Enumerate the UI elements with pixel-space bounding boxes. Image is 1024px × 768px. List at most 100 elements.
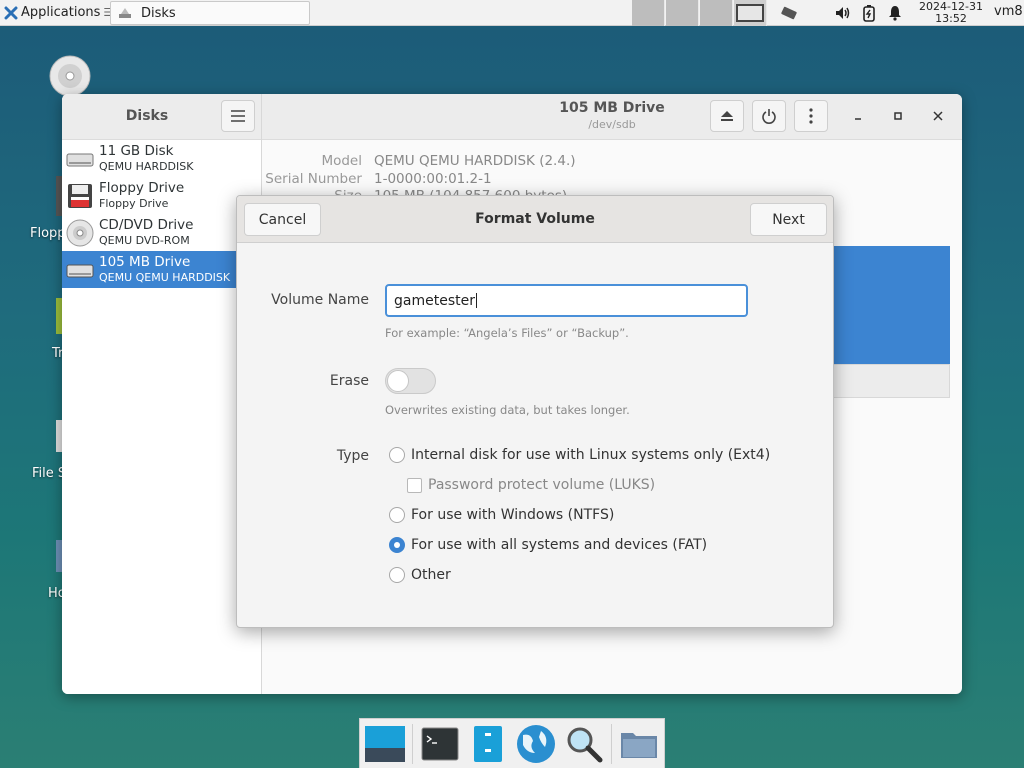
main-header: 105 MB Drive /dev/sdb	[262, 94, 962, 140]
user-menu[interactable]: vm8	[994, 4, 1023, 19]
luks-checkbox[interactable]	[407, 477, 422, 493]
format-volume-dialog: Format Volume Cancel Next Volume Name ga…	[236, 195, 834, 628]
minimize-icon	[855, 118, 861, 120]
drive-device-path: /dev/sdb	[588, 118, 636, 131]
close-icon	[933, 111, 943, 121]
dock-terminal[interactable]	[417, 721, 463, 767]
app-finder-icon	[567, 727, 603, 762]
radio-ntfs[interactable]	[389, 507, 405, 523]
dialog-title: Format Volume	[475, 211, 595, 227]
text-caret	[475, 293, 477, 308]
radio-fat[interactable]	[389, 537, 405, 553]
workspace-2[interactable]	[666, 0, 699, 26]
drive-name: CD/DVD Drive	[99, 216, 194, 233]
xfce-logo-icon	[4, 6, 18, 19]
power-off-button[interactable]	[752, 100, 786, 132]
battery-icon[interactable]	[860, 4, 878, 22]
taskbar-button-disks[interactable]: Disks	[110, 1, 310, 25]
disks-app-icon	[119, 8, 131, 18]
hdd-icon	[66, 153, 94, 166]
type-option-label: For use with all systems and devices (FA…	[411, 537, 708, 553]
dock-file-manager[interactable]	[465, 721, 511, 767]
luks-option-label: Password protect volume (LUKS)	[428, 477, 656, 493]
type-option-ntfs[interactable]: For use with Windows (NTFS)	[389, 507, 614, 523]
type-option-label: For use with Windows (NTFS)	[411, 507, 615, 523]
type-option-label: Internal disk for use with Linux systems…	[411, 447, 771, 463]
drive-item-105mb[interactable]: 105 MB Drive QEMU QEMU HARDDISK	[62, 251, 261, 288]
volume-name-hint: For example: “Angela’s Files” or “Backup…	[385, 326, 629, 340]
radio-other[interactable]	[389, 567, 405, 583]
drive-sub: Floppy Drive	[99, 196, 169, 210]
cd-icon	[49, 55, 91, 97]
applications-menu[interactable]: Applications ☰	[0, 0, 117, 26]
type-label: Type	[336, 448, 369, 464]
close-button[interactable]	[930, 108, 946, 124]
drive-name: 105 MB Drive	[99, 253, 191, 270]
type-option-ext4[interactable]: Internal disk for use with Linux systems…	[389, 447, 770, 463]
maximize-button[interactable]	[890, 108, 906, 124]
clock-time: 13:52	[935, 12, 967, 25]
hdd-icon	[66, 264, 94, 277]
eject-button[interactable]	[710, 100, 744, 132]
app-menu-button[interactable]	[221, 100, 255, 132]
erase-toggle[interactable]	[385, 368, 436, 394]
dock	[359, 718, 665, 768]
info-model-value: QEMU QEMU HARDDISK (2.4.)	[374, 153, 576, 169]
next-button[interactable]: Next	[750, 203, 827, 236]
applications-label: Applications	[21, 5, 101, 20]
drive-title: 105 MB Drive	[559, 100, 665, 116]
kebab-menu-icon	[809, 108, 813, 124]
drive-sub: QEMU DVD-ROM	[99, 233, 190, 247]
luks-option[interactable]: Password protect volume (LUKS)	[407, 477, 655, 493]
floppy-icon	[68, 183, 92, 208]
show-desktop-icon	[365, 725, 405, 762]
drive-options-button[interactable]	[794, 100, 828, 132]
network-icon[interactable]	[780, 4, 798, 22]
volume-icon[interactable]	[834, 4, 852, 22]
cancel-button[interactable]: Cancel	[244, 203, 321, 236]
power-icon	[762, 109, 776, 124]
sidebar-header: Disks	[62, 94, 261, 140]
top-panel: Applications ☰ Disks 2024-12-31 13:52 vm…	[0, 0, 1024, 26]
dock-app-finder[interactable]	[561, 721, 607, 767]
dialog-header: Format Volume Cancel Next	[237, 196, 833, 243]
drive-sub: QEMU QEMU HARDDISK	[99, 270, 231, 284]
toggle-knob	[387, 370, 409, 392]
volume-name-input[interactable]: gametester	[385, 284, 748, 317]
hamburger-icon	[231, 110, 245, 122]
taskbar-label: Disks	[141, 5, 176, 21]
dock-folder[interactable]	[616, 721, 662, 767]
drive-name: 11 GB Disk	[99, 142, 174, 159]
type-option-fat[interactable]: For use with all systems and devices (FA…	[389, 537, 707, 553]
volume-name-value: gametester	[394, 292, 475, 309]
web-browser-icon	[517, 724, 555, 763]
volume-name-label: Volume Name	[271, 292, 369, 308]
radio-ext4[interactable]	[389, 447, 405, 463]
partition-block[interactable]	[832, 246, 950, 364]
eject-icon	[721, 111, 733, 121]
folder-icon	[621, 732, 657, 758]
cd-icon	[66, 219, 94, 246]
notification-bell-icon[interactable]	[886, 4, 904, 22]
dock-show-desktop[interactable]	[362, 721, 408, 767]
erase-label: Erase	[329, 373, 369, 389]
workspace-4[interactable]	[734, 0, 767, 26]
terminal-icon	[421, 727, 459, 760]
type-option-other[interactable]: Other	[389, 567, 451, 583]
info-model-label: Model	[321, 153, 362, 169]
dock-web-browser[interactable]	[513, 721, 559, 767]
clock[interactable]: 2024-12-31 13:52	[912, 1, 990, 25]
workspace-1[interactable]	[632, 0, 665, 26]
drive-name: Floppy Drive	[99, 179, 185, 196]
drive-sub: QEMU HARDDISK	[99, 159, 194, 173]
minimize-button[interactable]	[850, 108, 866, 124]
erase-hint: Overwrites existing data, but takes long…	[385, 403, 630, 417]
type-option-label: Other	[411, 567, 451, 583]
maximize-icon	[894, 112, 902, 120]
file-manager-icon	[474, 725, 502, 762]
drive-item-cdrom[interactable]: CD/DVD Drive QEMU DVD-ROM	[62, 214, 261, 251]
partition-toolbar	[832, 364, 950, 398]
info-serial-value: 1-0000:00:01.2-1	[374, 171, 492, 187]
info-serial-label: Serial Number	[265, 171, 362, 187]
workspace-3[interactable]	[700, 0, 733, 26]
